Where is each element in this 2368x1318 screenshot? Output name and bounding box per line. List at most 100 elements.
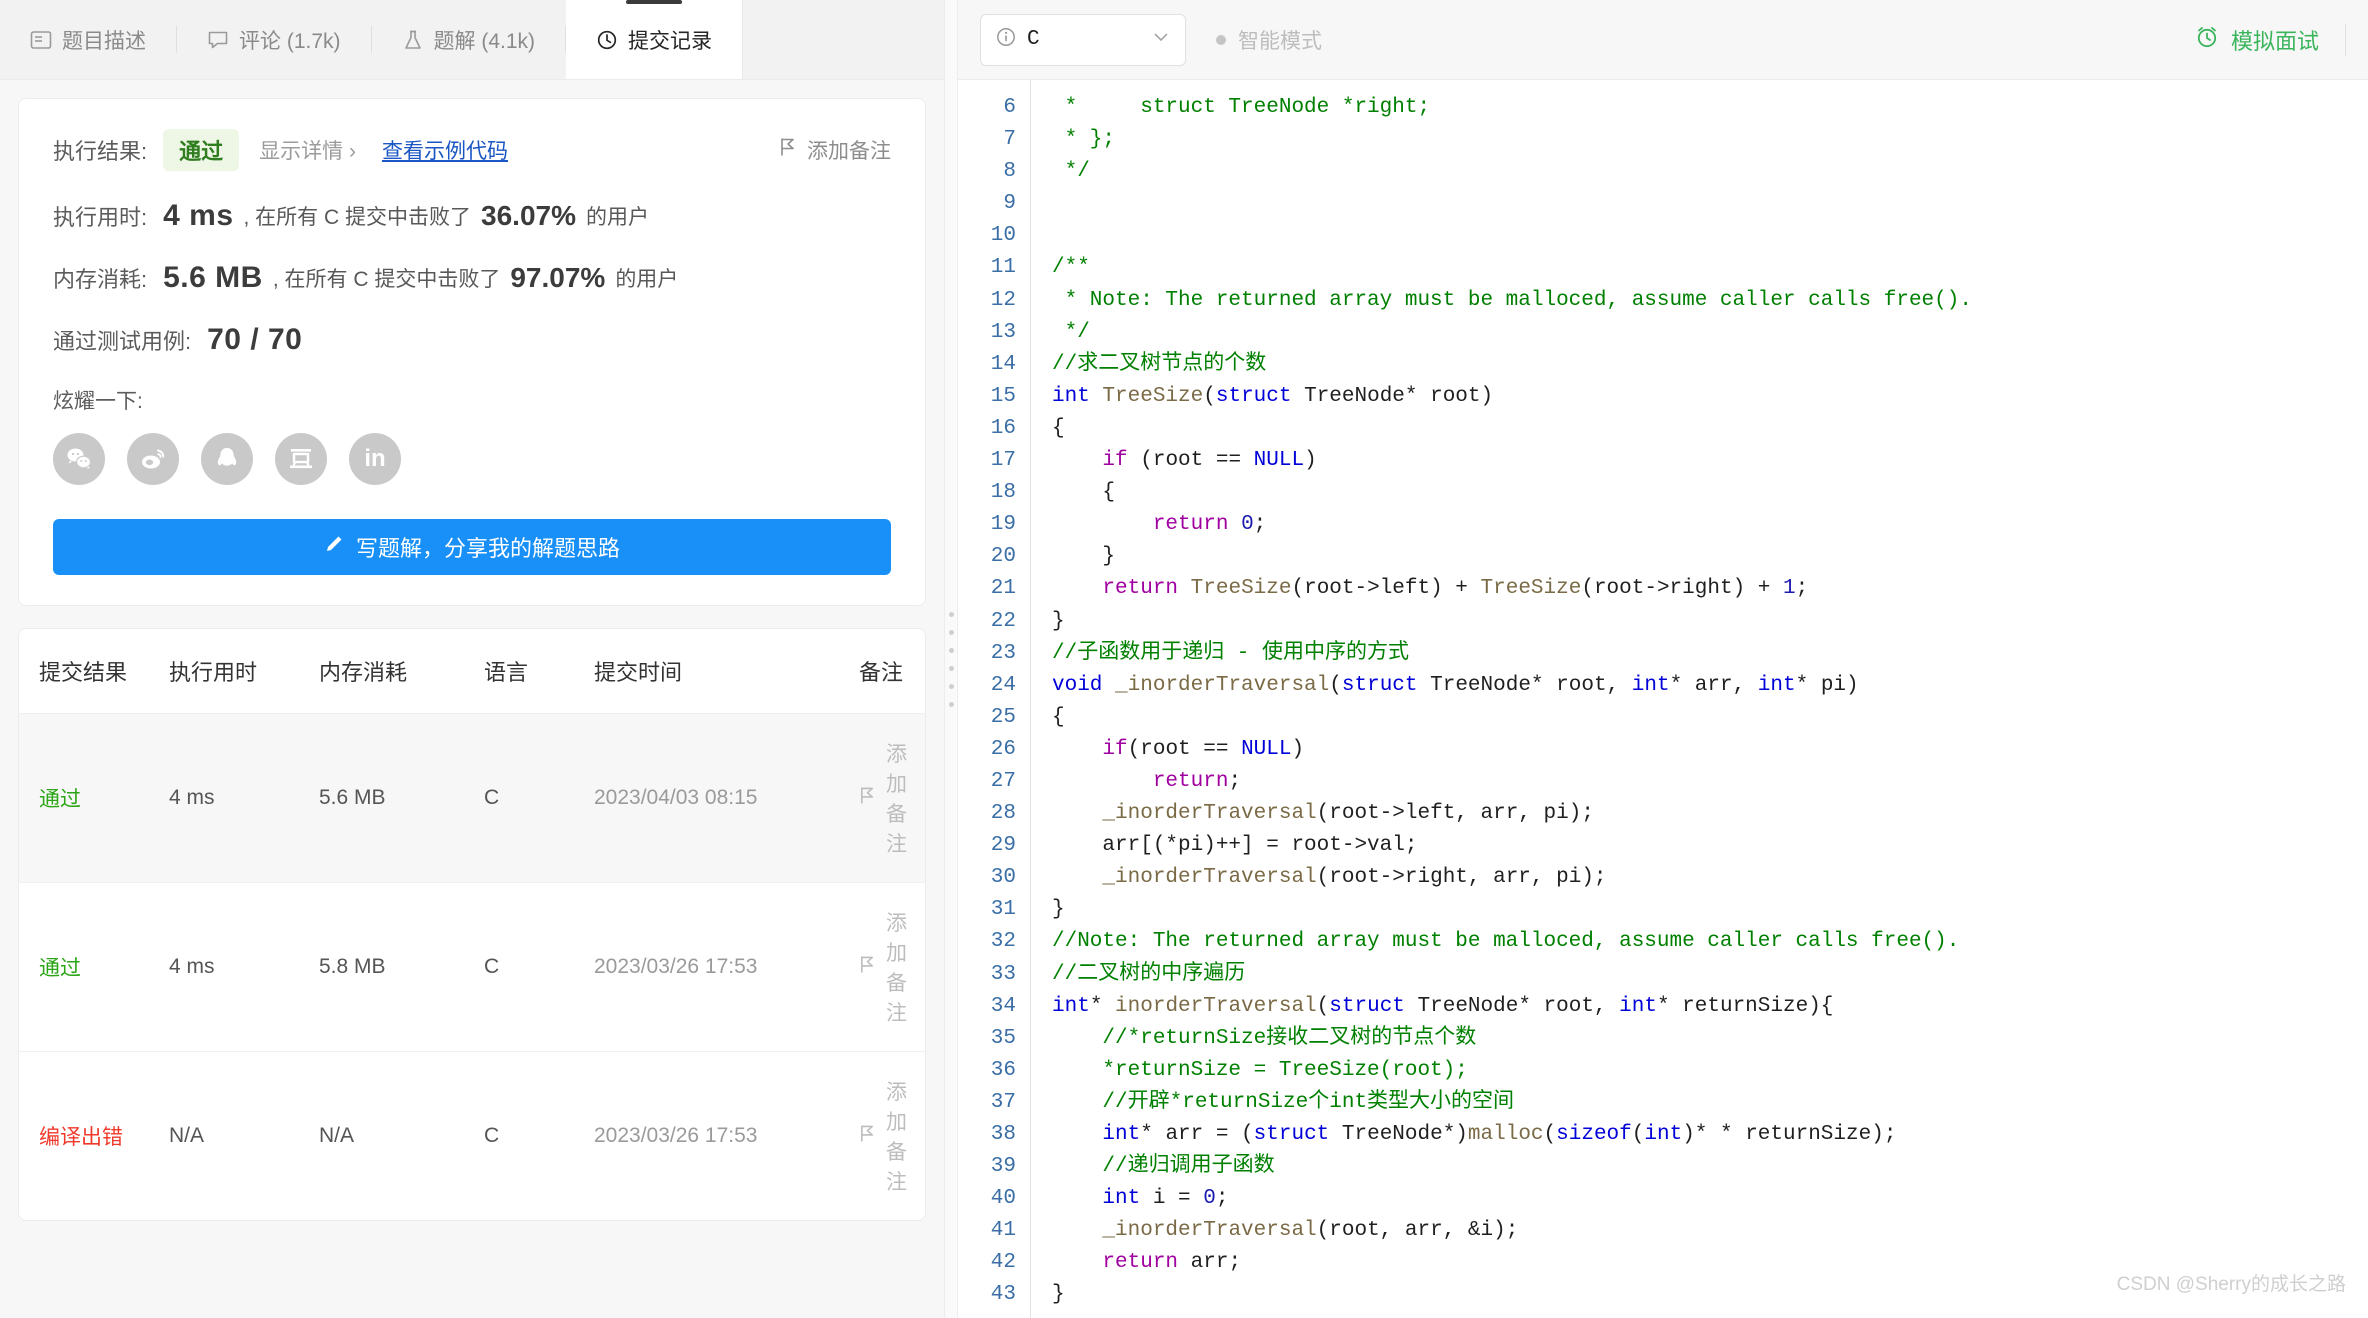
line-number: 28 xyxy=(990,802,1016,826)
runtime-value: 4 ms xyxy=(163,199,234,232)
tab-solutions[interactable]: 题解 (4.1k) xyxy=(372,0,566,79)
row-status[interactable]: 通过 xyxy=(39,788,81,811)
row-status[interactable]: 通过 xyxy=(39,957,81,980)
code-line[interactable]: //求二叉树节点的个数 xyxy=(1052,349,2368,381)
code-line[interactable] xyxy=(1052,188,2368,220)
line-number: 26 xyxy=(990,737,1016,761)
line-number: 7 xyxy=(1003,128,1016,152)
row-status[interactable]: 编译出错 xyxy=(39,1126,123,1149)
testcase-row: 通过测试用例: 70 / 70 xyxy=(53,323,891,357)
tab-bar: 题目描述 评论 (1.7k) 题解 (4.1k) 提交记录 xyxy=(0,0,944,80)
view-sample-code-link[interactable]: 查看示例代码 xyxy=(382,135,508,165)
code-line[interactable]: //子函数用于递归 - 使用中序的方式 xyxy=(1052,638,2368,670)
memory-prefix: , 在所有 C 提交中击败了 xyxy=(272,268,501,291)
code-line[interactable] xyxy=(1052,220,2368,252)
comment-icon xyxy=(207,29,229,51)
submissions-table-card: 提交结果 执行用时 内存消耗 语言 提交时间 备注 通过 4 ms 5.6 MB xyxy=(18,628,926,1221)
line-number: 29 xyxy=(990,834,1016,858)
code-line[interactable]: //Note: The returned array must be mallo… xyxy=(1052,926,2368,958)
panel-resize-handle[interactable] xyxy=(944,0,958,1318)
line-number: 30 xyxy=(990,866,1016,890)
code-line[interactable]: int* inorderTraversal(struct TreeNode* r… xyxy=(1052,991,2368,1023)
qq-icon[interactable] xyxy=(201,433,253,485)
line-number: 38 xyxy=(990,1123,1016,1146)
wechat-icon[interactable] xyxy=(53,433,105,485)
language-select[interactable]: C xyxy=(980,13,1186,66)
row-add-note-button[interactable]: 添加备注 xyxy=(859,738,925,858)
code-line[interactable]: //*returnSize接收二叉树的节点个数 xyxy=(1052,1023,2368,1055)
row-add-note-label: 添加备注 xyxy=(886,743,907,856)
table-row[interactable]: 通过 4 ms 5.6 MB C 2023/04/03 08:15 添加备注 xyxy=(19,713,925,883)
left-panel: 题目描述 评论 (1.7k) 题解 (4.1k) 提交记录 执行结果: 通过 显… xyxy=(0,0,944,1318)
code-line[interactable]: _inorderTraversal(root->left, arr, pi); xyxy=(1052,798,2368,830)
code-lines[interactable]: * struct TreeNode *right; * }; */ /** * … xyxy=(1052,92,2368,1312)
code-line[interactable]: int TreeSize(struct TreeNode* root) xyxy=(1052,381,2368,413)
testcase-value: 70 / 70 xyxy=(207,323,303,356)
code-line[interactable]: * Note: The returned array must be mallo… xyxy=(1052,285,2368,317)
line-number: 11 xyxy=(990,256,1016,280)
code-line[interactable]: void _inorderTraversal(struct TreeNode* … xyxy=(1052,670,2368,702)
code-line[interactable]: return 0; xyxy=(1052,509,2368,541)
code-line[interactable]: arr[(*pi)++] = root->val; xyxy=(1052,830,2368,862)
code-line[interactable]: *returnSize = TreeSize(root); xyxy=(1052,1055,2368,1087)
douban-icon[interactable] xyxy=(275,433,327,485)
line-number: 42 xyxy=(990,1251,1016,1275)
write-solution-button[interactable]: 写题解，分享我的解题思路 xyxy=(53,519,891,575)
code-line[interactable]: { xyxy=(1052,702,2368,734)
code-line[interactable]: _inorderTraversal(root, arr, &i); xyxy=(1052,1215,2368,1247)
tab-comments[interactable]: 评论 (1.7k) xyxy=(177,0,371,79)
line-number: 6 xyxy=(1003,96,1016,119)
col-runtime: 执行用时 xyxy=(169,629,319,714)
add-note-button[interactable]: 添加备注 xyxy=(779,135,891,165)
code-line[interactable]: //开辟*returnSize个int类型大小的空间 xyxy=(1052,1087,2368,1119)
code-line[interactable]: int* arr = (struct TreeNode*)malloc(size… xyxy=(1052,1119,2368,1151)
code-line[interactable]: * struct TreeNode *right; xyxy=(1052,92,2368,124)
line-number: 8 xyxy=(1003,160,1016,184)
code-line[interactable]: //二叉树的中序遍历 xyxy=(1052,959,2368,991)
code-line[interactable]: return; xyxy=(1052,766,2368,798)
table-row[interactable]: 编译出错 N/A N/A C 2023/03/26 17:53 添加备注 xyxy=(19,1052,925,1221)
code-line[interactable]: { xyxy=(1052,413,2368,445)
tab-submissions[interactable]: 提交记录 xyxy=(566,0,743,79)
code-line[interactable]: */ xyxy=(1052,156,2368,188)
code-line[interactable]: * }; xyxy=(1052,124,2368,156)
code-editor[interactable]: 6 7 8 9 10 11 12 13 14 15 16 17 18 19 20 21 22 23 24 25 26 27… xyxy=(958,80,2368,1318)
tab-label: 评论 (1.7k) xyxy=(239,29,341,53)
code-line[interactable]: } xyxy=(1052,541,2368,573)
code-content[interactable]: * struct TreeNode *right; * }; */ /** * … xyxy=(1030,80,2368,1318)
row-runtime: 4 ms xyxy=(169,713,319,883)
weibo-icon[interactable] xyxy=(127,433,179,485)
line-number: 37 xyxy=(990,1090,1016,1114)
smart-mode-toggle[interactable]: 智能模式 xyxy=(1216,25,1322,55)
line-number: 34 xyxy=(990,994,1016,1018)
code-line[interactable]: int i = 0; xyxy=(1052,1183,2368,1215)
code-line[interactable]: //递归调用子函数 xyxy=(1052,1151,2368,1183)
show-detail-link[interactable]: 显示详情 › xyxy=(259,135,356,165)
line-number: 25 xyxy=(990,705,1016,729)
tab-description[interactable]: 题目描述 xyxy=(0,0,176,79)
mock-interview-button[interactable]: 模拟面试 xyxy=(2195,23,2346,56)
table-row[interactable]: 通过 4 ms 5.8 MB C 2023/03/26 17:53 添加备注 xyxy=(19,882,925,1052)
line-number: 10 xyxy=(990,224,1016,248)
row-add-note-button[interactable]: 添加备注 xyxy=(859,1076,925,1196)
app-root: 题目描述 评论 (1.7k) 题解 (4.1k) 提交记录 执行结果: 通过 显… xyxy=(0,0,2368,1318)
exec-result-row: 执行结果: 通过 显示详情 › 查看示例代码 添加备注 xyxy=(53,129,891,171)
code-line[interactable]: /** xyxy=(1052,252,2368,284)
code-line[interactable]: return TreeSize(root->left) + TreeSize(r… xyxy=(1052,573,2368,605)
line-number: 17 xyxy=(990,449,1016,473)
row-runtime: N/A xyxy=(169,1124,205,1147)
flag-icon xyxy=(859,955,876,980)
code-line[interactable]: if(root == NULL) xyxy=(1052,734,2368,766)
code-line[interactable]: if (root == NULL) xyxy=(1052,445,2368,477)
code-line[interactable]: } xyxy=(1052,894,2368,926)
editor-toolbar: C 智能模式 模拟面试 xyxy=(958,0,2368,80)
code-line[interactable]: */ xyxy=(1052,317,2368,349)
code-line[interactable]: _inorderTraversal(root->right, arr, pi); xyxy=(1052,862,2368,894)
code-line[interactable]: { xyxy=(1052,477,2368,509)
row-add-note-button[interactable]: 添加备注 xyxy=(859,907,925,1027)
memory-value: 5.6 MB xyxy=(163,261,263,294)
linkedin-icon[interactable]: in xyxy=(349,433,401,485)
code-line[interactable]: } xyxy=(1052,606,2368,638)
row-time: 2023/04/03 08:15 xyxy=(594,713,859,883)
memory-percentile: 97.07% xyxy=(510,262,606,293)
